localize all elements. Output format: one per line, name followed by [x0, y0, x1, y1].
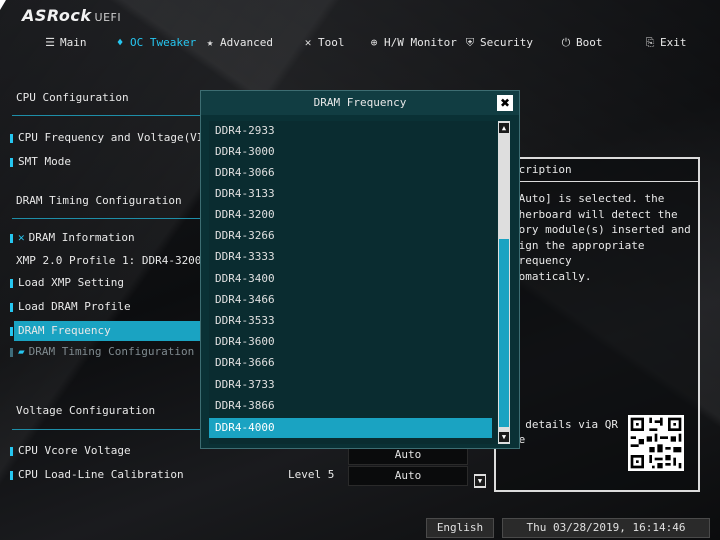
item-marker	[10, 446, 13, 456]
folder-icon: ▰	[18, 345, 25, 358]
tab-hw-monitor[interactable]: ⊕ H/W Monitor	[368, 34, 457, 52]
option-item[interactable]: DDR4-3333	[209, 247, 492, 267]
scroll-up-icon[interactable]: ▲	[499, 123, 509, 133]
item-smt-mode[interactable]: SMT Mode	[10, 152, 71, 172]
section-voltage-configuration: Voltage Configuration	[16, 404, 156, 417]
menu-icon: ☰	[45, 36, 55, 49]
item-dram-information[interactable]: ✕ DRAM Information	[10, 228, 135, 248]
item-dram-timing-config[interactable]: ▰ DRAM Timing Configuration	[10, 342, 194, 362]
main-scrollbar[interactable]: ▼	[474, 474, 486, 488]
popup-title: DRAM Frequency	[201, 91, 519, 115]
tab-main[interactable]: ☰ Main	[44, 34, 86, 52]
language-button[interactable]: English	[426, 518, 494, 538]
scroll-down-icon[interactable]: ▼	[475, 476, 485, 486]
star-icon: ★	[206, 36, 214, 49]
tab-boot[interactable]: ⏻ Boot	[560, 34, 603, 52]
tab-advanced[interactable]: ★ Advanced	[204, 34, 273, 52]
scrollbar-thumb[interactable]	[499, 239, 509, 427]
power-icon: ⏻	[561, 36, 571, 49]
item-marker	[10, 157, 13, 167]
option-item[interactable]: DDR4-3866	[209, 396, 492, 416]
xmp-profile-info: XMP 2.0 Profile 1: DDR4-3200 14-	[16, 254, 228, 267]
option-item[interactable]: DDR4-3533	[209, 311, 492, 331]
tools-icon: ✕	[304, 36, 312, 49]
exit-icon: ⎘	[645, 36, 655, 49]
option-item[interactable]: DDR4-3266	[209, 226, 492, 246]
section-dram-timing: DRAM Timing Configuration	[16, 194, 182, 207]
item-marker	[10, 470, 13, 480]
item-load-xmp[interactable]: Load XMP Setting	[10, 273, 124, 293]
option-item[interactable]: DDR4-3466	[209, 290, 492, 310]
llc-value-select[interactable]: Auto	[348, 466, 468, 486]
option-item-selected[interactable]: DDR4-4000	[209, 418, 492, 438]
item-load-dram-profile[interactable]: Load DRAM Profile	[10, 297, 131, 317]
option-item[interactable]: DDR4-3133	[209, 184, 492, 204]
option-item[interactable]: DDR4-3400	[209, 269, 492, 289]
monitor-icon: ⊕	[370, 36, 378, 49]
frequency-option-list: DDR4-2933 DDR4-3000 DDR4-3066 DDR4-3133 …	[209, 121, 497, 444]
top-navigation: ☰ Main ♦ OC Tweaker ★ Advanced ✕ Tool ⊕ H/W M…	[0, 28, 720, 58]
tab-security[interactable]: ⛨ Security	[464, 34, 533, 52]
option-item[interactable]: DDR4-3600	[209, 332, 492, 352]
item-marker	[10, 326, 13, 336]
item-marker	[10, 133, 13, 143]
asrock-logo: ASRock UEFI	[22, 6, 122, 25]
item-marker	[10, 347, 13, 357]
item-cpu-frequency-voltage[interactable]: CPU Frequency and Voltage(VID) C	[10, 128, 230, 148]
mouse-pointer-icon	[0, 0, 6, 10]
llc-current-level: Level 5	[288, 468, 335, 481]
description-text: [Auto] is selected. the therboard will d…	[512, 192, 691, 283]
description-title: scription	[512, 163, 572, 176]
description-panel: scription [Auto] is selected. the therbo…	[494, 157, 700, 492]
option-item[interactable]: DDR4-3666	[209, 353, 492, 373]
tab-exit[interactable]: ⎘ Exit	[644, 34, 687, 52]
close-button[interactable]: ✖	[497, 95, 513, 111]
item-cpu-llc[interactable]: CPU Load-Line Calibration	[10, 465, 184, 485]
option-item[interactable]: DDR4-3000	[209, 142, 492, 162]
option-item[interactable]: DDR4-3200	[209, 205, 492, 225]
qr-hint-text: t details via QR de	[512, 418, 618, 446]
date-time: Thu 03/28/2019, 16:14:46	[502, 518, 710, 538]
tab-tool[interactable]: ✕ Tool	[302, 34, 345, 52]
item-dram-frequency[interactable]: DRAM Frequency	[10, 321, 111, 341]
option-item[interactable]: DDR4-3066	[209, 163, 492, 183]
popup-scrollbar[interactable]: ▲ ▼	[498, 121, 510, 444]
dram-frequency-popup: DRAM Frequency ✖ DDR4-2933 DDR4-3000 DDR…	[200, 90, 520, 449]
tab-oc-tweaker[interactable]: ♦ OC Tweaker	[114, 34, 197, 52]
section-cpu-configuration: CPU Configuration	[16, 91, 129, 104]
item-marker	[10, 278, 13, 288]
flame-icon: ♦	[116, 36, 124, 49]
tools-icon: ✕	[18, 231, 25, 244]
item-marker	[10, 302, 13, 312]
item-cpu-vcore-voltage[interactable]: CPU Vcore Voltage	[10, 441, 131, 461]
qr-code	[628, 415, 684, 471]
option-item[interactable]: DDR4-3733	[209, 375, 492, 395]
scroll-down-icon[interactable]: ▼	[499, 432, 509, 442]
option-item[interactable]: DDR4-2933	[209, 121, 492, 141]
description-divider	[496, 181, 698, 182]
item-marker	[10, 233, 13, 243]
shield-icon: ⛨	[465, 36, 475, 49]
bottom-bar: English Thu 03/28/2019, 16:14:46	[0, 514, 720, 540]
